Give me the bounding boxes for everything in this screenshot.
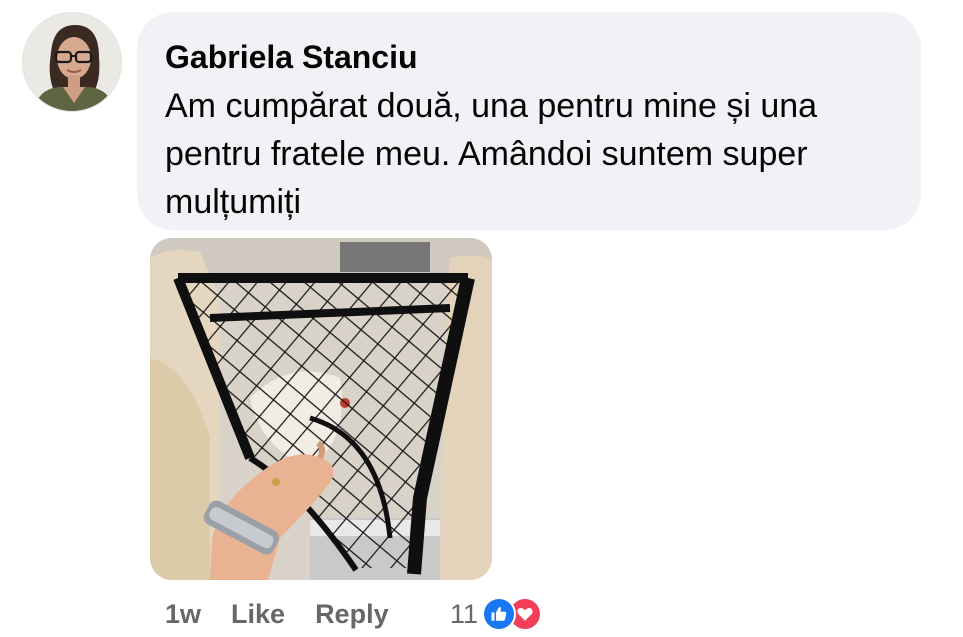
reaction-count: 11: [450, 598, 479, 629]
avatar[interactable]: [22, 12, 122, 112]
comment-timestamp[interactable]: 1w: [165, 599, 201, 630]
comment-photo[interactable]: [150, 238, 492, 580]
comment-author[interactable]: Gabriela Stanciu: [165, 36, 897, 78]
car-seat-net-photo: [150, 238, 492, 580]
avatar-photo: [23, 13, 121, 111]
like-icon: [482, 597, 517, 631]
like-button[interactable]: Like: [231, 599, 285, 630]
reply-button[interactable]: Reply: [315, 599, 389, 630]
reaction-summary[interactable]: 11: [450, 594, 543, 634]
comment-text: Am cumpărat două, una pentru mine și una…: [165, 87, 818, 221]
comment: Gabriela Stanciu Am cumpărat două, una p…: [0, 0, 963, 637]
comment-actions: 1w Like Reply: [165, 594, 419, 634]
comment-bubble: Gabriela Stanciu Am cumpărat două, una p…: [137, 12, 921, 230]
